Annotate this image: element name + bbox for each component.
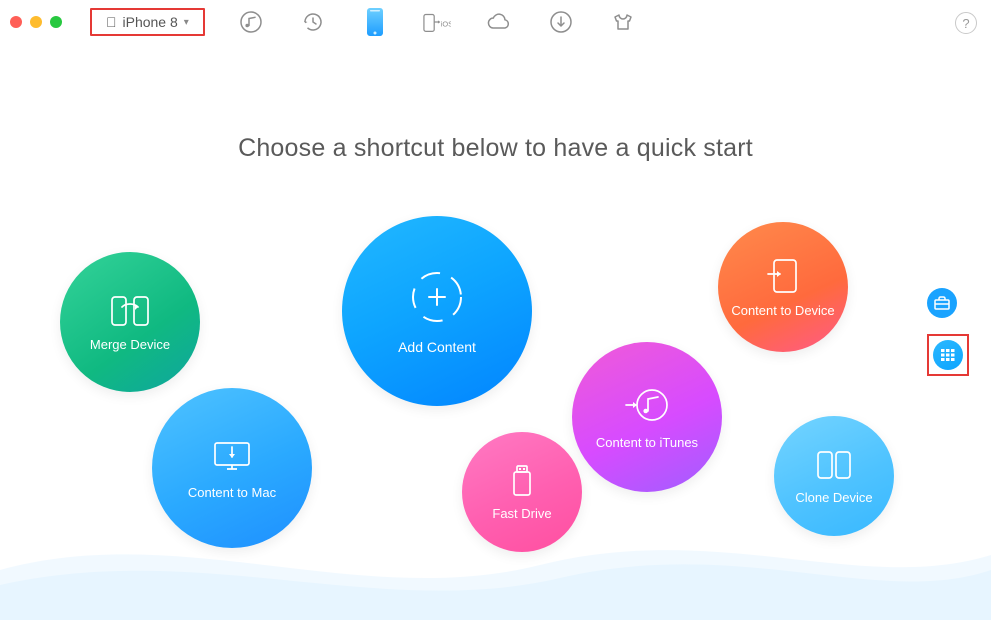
merge-device-icon — [110, 293, 150, 329]
content-to-mac-button[interactable]: Content to Mac — [152, 388, 312, 548]
content-to-itunes-icon — [624, 385, 670, 427]
fast-drive-icon — [511, 464, 533, 498]
content-to-device-button[interactable]: Content to Device — [718, 222, 848, 352]
merge-device-label: Merge Device — [90, 337, 170, 352]
content-to-device-icon — [766, 257, 800, 295]
add-content-button[interactable]: Add Content — [342, 216, 532, 406]
clone-device-button[interactable]: Clone Device — [774, 416, 894, 536]
content-to-device-label: Content to Device — [731, 303, 834, 318]
fast-drive-button[interactable]: Fast Drive — [462, 432, 582, 552]
grid-view-button[interactable] — [933, 340, 963, 370]
grid-view-highlight — [927, 334, 969, 376]
shortcut-canvas: Merge Device Add Content Content to Devi… — [0, 0, 991, 620]
content-to-itunes-button[interactable]: Content to iTunes — [572, 342, 722, 492]
side-buttons — [927, 288, 969, 376]
fast-drive-label: Fast Drive — [492, 506, 551, 521]
content-to-mac-icon — [209, 437, 255, 477]
merge-device-button[interactable]: Merge Device — [60, 252, 200, 392]
clone-device-label: Clone Device — [795, 490, 872, 505]
content-to-mac-label: Content to Mac — [188, 485, 276, 500]
toolbox-button[interactable] — [927, 288, 957, 318]
add-content-label: Add Content — [398, 339, 476, 355]
add-content-icon — [407, 267, 467, 327]
content-to-itunes-label: Content to iTunes — [596, 435, 698, 450]
clone-device-icon — [815, 448, 853, 482]
